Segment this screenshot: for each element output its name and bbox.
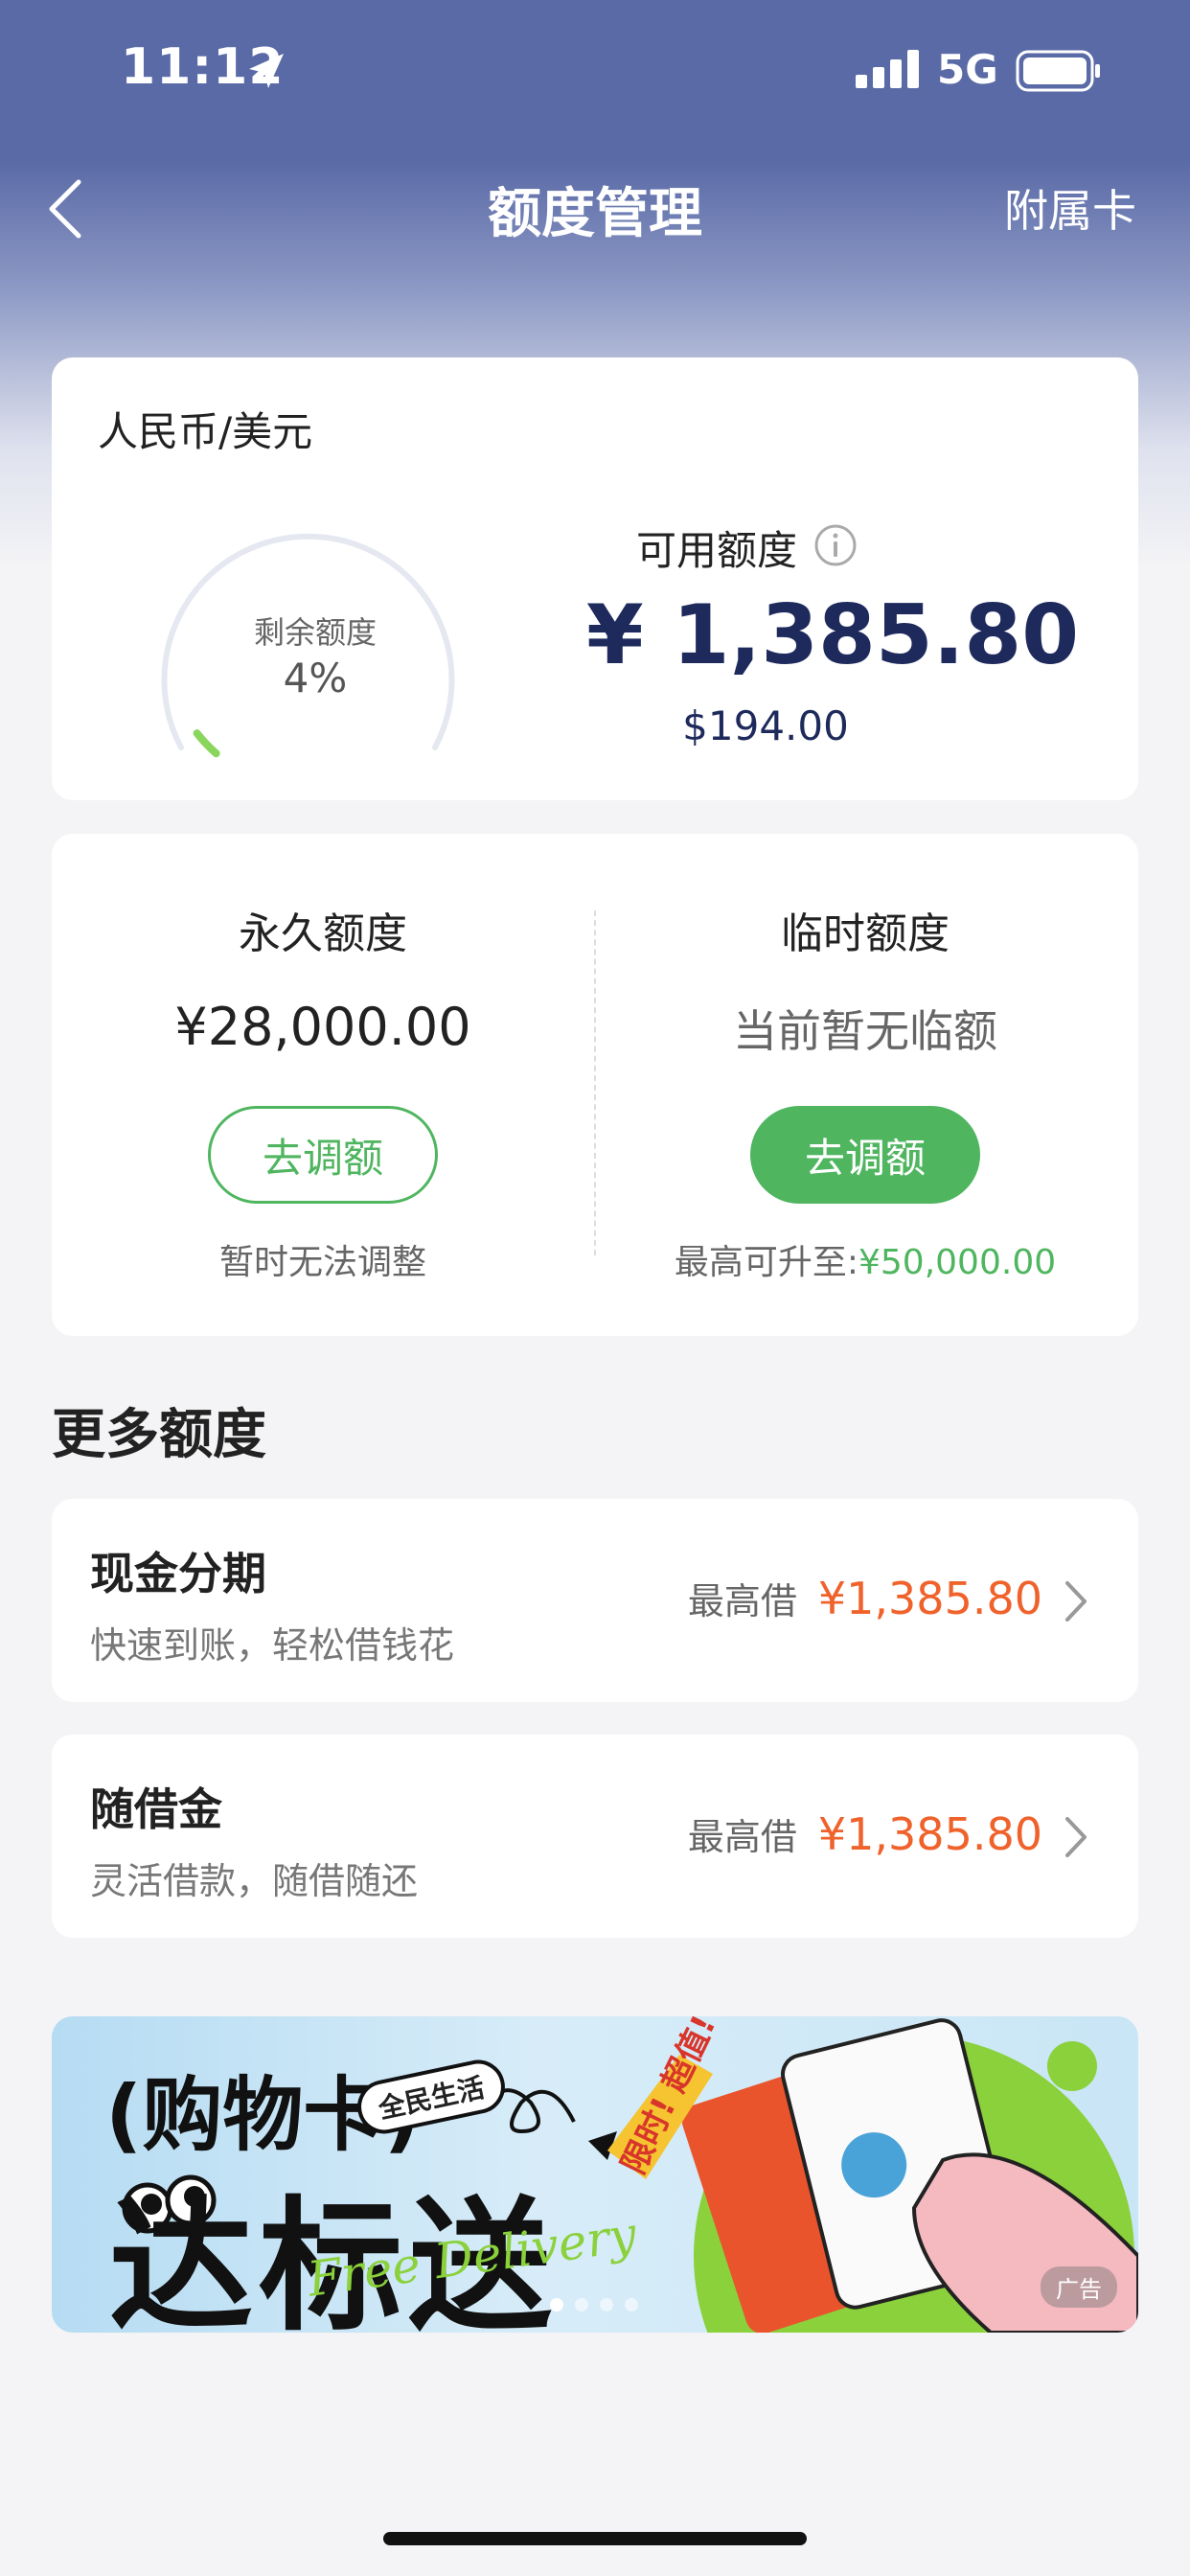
info-icon[interactable] <box>812 522 858 568</box>
max-borrow-amount: ¥1,385.80 <box>817 1573 1042 1624</box>
gauge-title: 剩余额度 <box>253 614 377 651</box>
chevron-right-icon <box>1065 1581 1087 1622</box>
available-limit-label: 可用额度 <box>636 527 798 574</box>
flexi-loan-subtitle: 灵活借款，随借随还 <box>90 1860 419 1902</box>
promo-banner[interactable]: (购物卡) 达标送 全民生活 Free Delivery 限时! 超值! 广告 <box>52 2016 1138 2333</box>
temporary-limit-section: 临时额度 当前暂无临额 去调额 最高可升至:¥50,000.00 <box>594 834 1136 1336</box>
max-upgrade-value: ¥50,000.00 <box>858 1243 1057 1282</box>
permanent-limit-value: ¥28,000.00 <box>174 997 471 1057</box>
home-indicator <box>383 2532 807 2545</box>
adjust-permanent-limit-button[interactable]: 去调额 <box>208 1106 438 1204</box>
flexi-loan-title: 随借金 <box>90 1783 222 1835</box>
cash-installment-subtitle: 快速到账，轻松借钱花 <box>90 1624 455 1667</box>
adjust-temporary-limit-button[interactable]: 去调额 <box>750 1106 980 1204</box>
location-arrow-icon <box>249 54 284 88</box>
flexi-loan-amount-group: 最高借 ¥1,385.80 <box>688 1807 1042 1860</box>
network-type: 5G <box>937 46 998 93</box>
flexi-loan-item[interactable]: 随借金 灵活借款，随借随还 最高借 ¥1,385.80 <box>52 1735 1138 1938</box>
available-limit-usd: $194.00 <box>682 702 849 749</box>
carousel-dots <box>550 2298 638 2312</box>
gauge-percent: 4% <box>283 655 348 702</box>
status-bar: 11:12 5G <box>0 0 1190 144</box>
max-borrow-label: 最高借 <box>687 1580 797 1622</box>
carousel-dot[interactable] <box>600 2298 613 2312</box>
temporary-limit-note: 最高可升至:¥50,000.00 <box>594 1234 1136 1284</box>
max-borrow-amount: ¥1,385.80 <box>817 1808 1042 1860</box>
permanent-limit-title: 永久额度 <box>239 909 407 958</box>
carousel-dot[interactable] <box>625 2298 638 2312</box>
chevron-right-icon <box>1065 1817 1087 1857</box>
credit-limits-card: 永久额度 ¥28,000.00 去调额 暂时无法调整 临时额度 当前暂无临额 去… <box>52 834 1138 1336</box>
cash-installment-title: 现金分期 <box>90 1548 266 1599</box>
supplementary-card-link[interactable]: 附属卡 <box>1004 176 1136 240</box>
currency-label: 人民币/美元 <box>98 408 313 455</box>
permanent-limit-note: 暂时无法调整 <box>218 1243 426 1282</box>
cash-installment-item[interactable]: 现金分期 快速到账，轻松借钱花 最高借 ¥1,385.80 <box>52 1499 1138 1702</box>
available-limit-card: 人民币/美元 剩余额度 4% 可用额度 ¥ 1,385.80 $194.00 <box>52 357 1138 800</box>
max-borrow-label: 最高借 <box>687 1816 797 1858</box>
battery-icon <box>1016 50 1100 92</box>
cash-installment-amount-group: 最高借 ¥1,385.80 <box>688 1572 1042 1624</box>
temporary-limit-value: 当前暂无临额 <box>733 1005 997 1057</box>
available-limit-cny: ¥ 1,385.80 <box>585 587 1080 683</box>
signal-icon <box>856 50 919 88</box>
max-upgrade-label: 最高可升至: <box>674 1243 858 1282</box>
temporary-limit-title: 临时额度 <box>781 909 950 958</box>
permanent-limit-section: 永久额度 ¥28,000.00 去调额 暂时无法调整 <box>52 834 594 1336</box>
more-limits-title: 更多额度 <box>52 1404 266 1466</box>
carousel-dot[interactable] <box>550 2298 563 2312</box>
carousel-dot[interactable] <box>575 2298 588 2312</box>
ad-label: 广告 <box>1041 2266 1117 2308</box>
